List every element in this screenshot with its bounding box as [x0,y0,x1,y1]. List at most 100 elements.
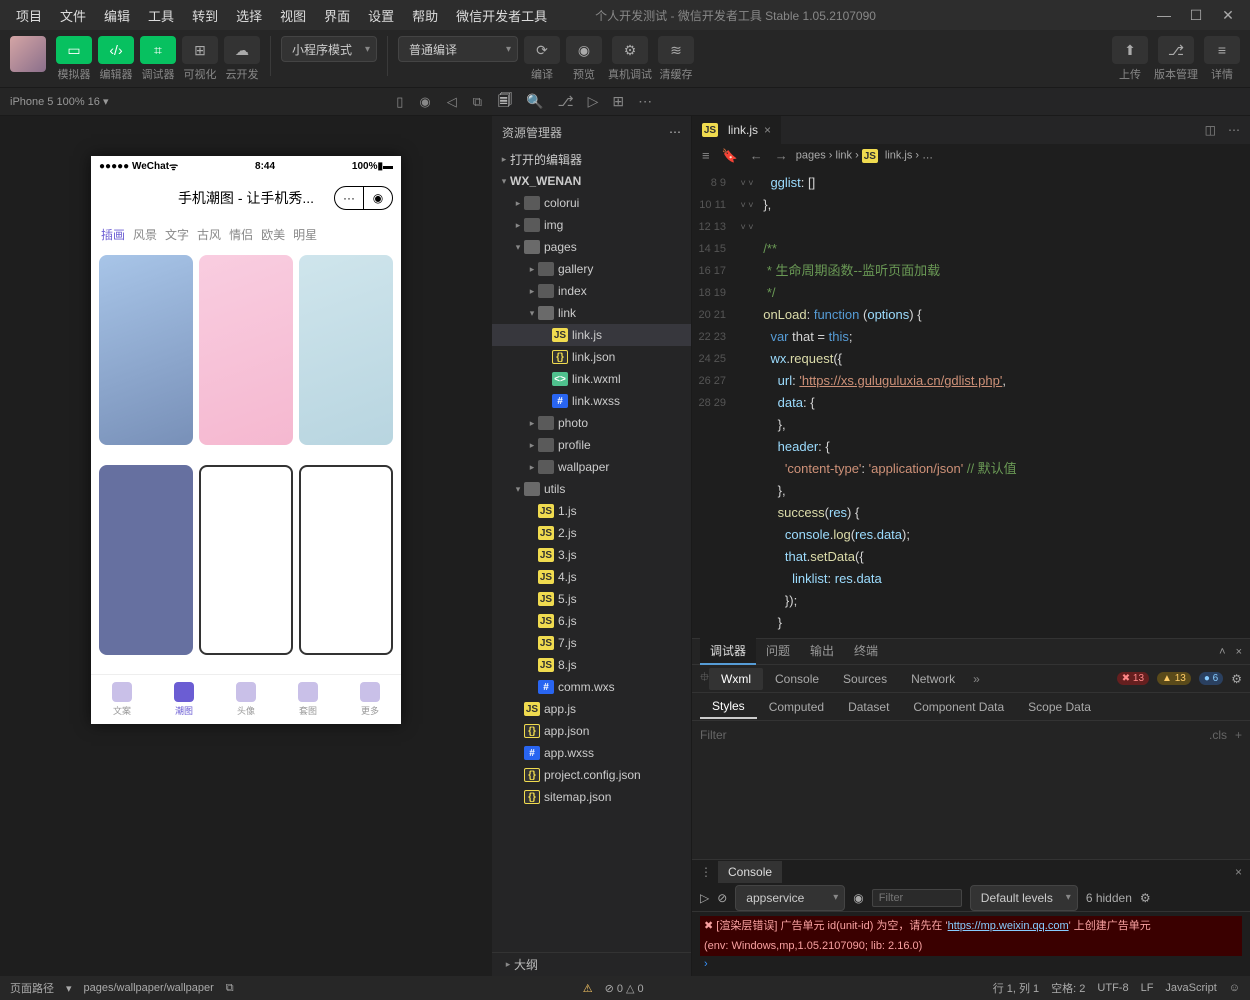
debugger-toggle[interactable]: ⌗ [140,36,176,64]
subtab-Wxml[interactable]: Wxml [709,668,763,690]
cat-tab[interactable]: 明星 [293,226,317,243]
wallpaper-item[interactable] [199,465,293,655]
close-button[interactable]: ✕ [1214,1,1242,29]
indent[interactable]: 空格: 2 [1051,980,1085,996]
tree-6.js[interactable]: JS6.js [492,610,691,632]
wallpaper-item[interactable] [299,255,393,445]
cat-tab[interactable]: 情侣 [229,226,253,243]
tabbar-item[interactable]: 套图 [298,682,318,717]
subtab-Network[interactable]: Network [899,668,967,690]
menu-转到[interactable]: 转到 [184,2,226,29]
tree-sitemap.json[interactable]: {}sitemap.json [492,786,691,808]
wallpaper-item[interactable] [99,465,193,655]
editor-toggle[interactable]: ‹/› [98,36,134,64]
tree-1.js[interactable]: JS1.js [492,500,691,522]
eol[interactable]: LF [1141,982,1154,994]
cloud-toggle[interactable]: ☁ [224,36,260,64]
tree-3.js[interactable]: JS3.js [492,544,691,566]
maximize-button[interactable]: ☐ [1182,1,1210,29]
search-icon[interactable]: 🔍 [526,93,543,110]
subtab-Sources[interactable]: Sources [831,668,899,690]
mode-dropdown[interactable]: 小程序模式 [281,36,377,62]
forward-icon[interactable]: → [775,148,788,164]
page-path[interactable]: pages/wallpaper/wallpaper [84,982,214,994]
tabbar-item[interactable]: 潮图 [174,682,194,717]
gear-icon[interactable]: ⚙ [1231,672,1242,686]
wallpaper-item[interactable] [199,255,293,445]
menu-工具[interactable]: 工具 [140,2,182,29]
encoding[interactable]: UTF-8 [1097,982,1128,994]
more-icon[interactable]: ⋯ [669,125,681,139]
menu-设置[interactable]: 设置 [360,2,402,29]
record-icon[interactable]: ◉ [419,94,430,110]
device-selector[interactable]: iPhone 5 100% 16 ▾ [10,95,109,108]
detail-button[interactable]: ≡ [1204,36,1240,64]
devtab-调试器[interactable]: 调试器 [700,638,756,665]
project-section[interactable]: ▾WX_WENAN [492,170,691,192]
cat-tab[interactable]: 欧美 [261,226,285,243]
tree-wallpaper[interactable]: ▸wallpaper [492,456,691,478]
cat-tab[interactable]: 插画 [101,226,125,243]
open-editors-section[interactable]: ▸打开的编辑器 [492,148,691,170]
more-icon[interactable]: ⋯ [1228,123,1240,137]
devtab-终端[interactable]: 终端 [844,638,888,665]
menu-文件[interactable]: 文件 [52,2,94,29]
compile-dropdown[interactable]: 普通编译 [398,36,518,62]
add-button[interactable]: + [1235,728,1242,742]
capsule-menu[interactable]: ··· [334,186,364,210]
tree-pages[interactable]: ▾pages [492,236,691,258]
feedback-icon[interactable]: ☺ [1229,982,1240,994]
info-badge[interactable]: ● 6 [1199,672,1223,685]
filter-input[interactable]: Filter [700,728,727,742]
menu-选择[interactable]: 选择 [228,2,270,29]
git-icon[interactable]: ⎇ [557,93,573,110]
tree-7.js[interactable]: JS7.js [492,632,691,654]
clear-cache-button[interactable]: ≋ [658,36,694,64]
subtab-Console[interactable]: Console [763,668,831,690]
devtab-问题[interactable]: 问题 [756,638,800,665]
scope-select[interactable]: appservice [735,885,845,911]
console-filter[interactable] [872,889,962,907]
tree-img[interactable]: ▸img [492,214,691,236]
levels-select[interactable]: Default levels [970,885,1078,911]
minimize-button[interactable]: — [1150,1,1178,29]
tree-project.config.json[interactable]: {}project.config.json [492,764,691,786]
language[interactable]: JavaScript [1165,982,1216,994]
files-icon[interactable]: 🗐 [498,90,512,114]
cls-button[interactable]: .cls [1209,728,1227,742]
tree-index[interactable]: ▸index [492,280,691,302]
tree-app.js[interactable]: JSapp.js [492,698,691,720]
error-badge[interactable]: ✖ 13 [1117,672,1149,685]
diagnostics[interactable]: ⊘ 0 △ 0 [605,982,644,995]
hidden-count[interactable]: 6 hidden [1086,891,1132,905]
tree-gallery[interactable]: ▸gallery [492,258,691,280]
tree-5.js[interactable]: JS5.js [492,588,691,610]
split-icon[interactable]: ◫ [1205,123,1216,137]
styles-Styles[interactable]: Styles [700,695,757,719]
cat-tab[interactable]: 文字 [165,226,189,243]
eye-icon[interactable]: ◉ [853,891,863,905]
console-prompt[interactable]: › [700,956,1242,972]
cat-tab[interactable]: 古风 [197,226,221,243]
visual-toggle[interactable]: ⊞ [182,36,218,64]
capsule-close[interactable]: ◉ [363,186,393,210]
chevron-up-icon[interactable]: ˄ [1219,646,1225,658]
back-icon[interactable]: ← [750,148,763,164]
tree-utils[interactable]: ▾utils [492,478,691,500]
tree-app.json[interactable]: {}app.json [492,720,691,742]
tree-app.wxss[interactable]: #app.wxss [492,742,691,764]
debug-icon[interactable]: ▷ [588,93,599,110]
console-tab[interactable]: Console [718,861,782,883]
tabbar-item[interactable]: 更多 [360,682,380,717]
tree-link[interactable]: ▾link [492,302,691,324]
code-editor[interactable]: 8 9 10 11 12 13 14 15 16 17 18 19 20 21 … [692,168,1250,638]
category-tabs[interactable]: 插画风景文字古风情侣欧美明星 [91,220,401,249]
menu-帮助[interactable]: 帮助 [404,2,446,29]
list-icon[interactable]: ≡ [702,148,710,164]
mute-icon[interactable]: ◁ [447,94,457,110]
preview-button[interactable]: ◉ [566,36,602,64]
version-button[interactable]: ⎇ [1158,36,1194,64]
remote-debug-button[interactable]: ⚙ [612,36,648,64]
tabbar-item[interactable]: 文案 [112,682,132,717]
tab-linkjs[interactable]: JS link.js × [692,116,782,144]
